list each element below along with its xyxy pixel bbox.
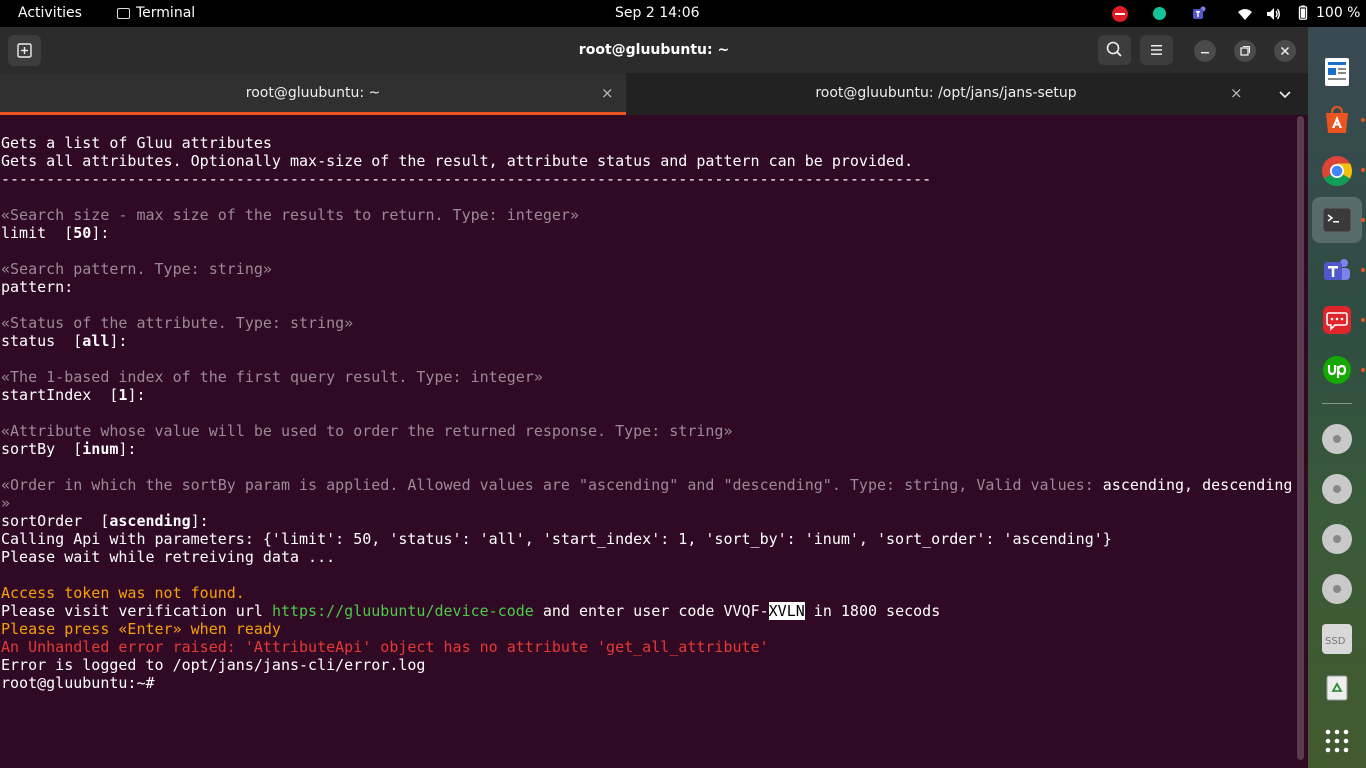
tab-close-icon[interactable]: ×: [601, 73, 614, 113]
do-not-disturb-icon[interactable]: [1112, 6, 1128, 22]
chevron-down-icon[interactable]: [1276, 85, 1294, 103]
terminal-line: Error is logged to /opt/jans/jans-cli/er…: [1, 656, 426, 674]
terminal-blank: [1, 566, 1297, 584]
running-indicator: [1361, 368, 1365, 372]
minimize-button[interactable]: [1194, 40, 1216, 62]
shell-prompt[interactable]: root@gluubuntu:~#: [1, 674, 1297, 692]
hamburger-menu-icon: [1151, 45, 1162, 55]
prompt-description: «Order in which the sortBy param is appl…: [1, 476, 1293, 494]
search-icon: [1106, 41, 1122, 57]
running-indicator: [1361, 218, 1365, 222]
prompt-limit: limit [50]:: [1, 224, 110, 242]
running-indicator: [1361, 268, 1365, 272]
prompt-pattern: pattern:: [1, 278, 74, 296]
running-indicator: [1361, 118, 1365, 122]
terminal-blank: [1, 350, 1297, 368]
error-line: An Unhandled error raised: 'AttributeApi…: [1, 638, 769, 656]
tab-bar: root@gluubuntu: ~ × root@gluubuntu: /opt…: [0, 73, 1308, 115]
tab-home[interactable]: root@gluubuntu: ~ ×: [0, 73, 626, 115]
terminal-line: Gets all attributes. Optionally max-size…: [1, 152, 914, 170]
verification-line: Please visit verification url https://gl…: [1, 602, 941, 620]
ssd-label: SSD: [1325, 636, 1346, 647]
warning-line: Access token was not found.: [1, 584, 245, 602]
app-menu-label: Terminal: [136, 5, 196, 21]
text-editor-icon[interactable]: [1322, 57, 1352, 87]
close-icon: [1280, 46, 1290, 56]
prompt-description: «Search pattern. Type: string»: [1, 260, 272, 278]
drive-icon[interactable]: [1322, 474, 1352, 504]
scrollbar[interactable]: [1297, 116, 1304, 760]
tab-label: root@gluubuntu: ~: [245, 85, 381, 101]
drive-icon[interactable]: [1322, 524, 1352, 554]
tab-label: root@gluubuntu: /opt/jans/jans-setup: [815, 85, 1077, 101]
drive-icon[interactable]: [1322, 574, 1352, 604]
prompt-description: «Attribute whose value will be used to o…: [1, 422, 733, 440]
terminal-blank: [1, 296, 1297, 314]
prompt-description: «Search size - max size of the results t…: [1, 206, 579, 224]
app-menu-terminal[interactable]: Terminal: [117, 0, 195, 27]
minimize-icon: [1201, 52, 1209, 54]
show-apps-icon[interactable]: [1324, 728, 1350, 754]
battery-icon[interactable]: [1295, 5, 1311, 21]
volume-icon[interactable]: [1265, 6, 1281, 22]
terminal-icon[interactable]: [1322, 205, 1352, 235]
top-bar: Activities Terminal Sep 2 14:06 100 %: [0, 0, 1366, 27]
grammarly-icon[interactable]: [1153, 7, 1166, 20]
terminal-line: Gets a list of Gluu attributes: [1, 134, 272, 152]
teams-icon[interactable]: [1322, 255, 1352, 285]
close-window-button[interactable]: [1274, 40, 1296, 62]
selected-text: XVLN: [768, 602, 805, 620]
terminal-blank: [1, 242, 1297, 260]
header-bar: root@gluubuntu: ~: [0, 27, 1308, 73]
clock[interactable]: Sep 2 14:06: [615, 0, 700, 27]
prompt-description: »: [1, 494, 11, 512]
upwork-icon[interactable]: [1322, 355, 1352, 385]
terminal-line: ----------------------------------------…: [1, 170, 932, 188]
prompt-description: «Status of the attribute. Type: string»: [1, 314, 354, 332]
prompt-sort-order: sortOrder [ascending]:: [1, 512, 209, 530]
app-store-icon[interactable]: [1322, 105, 1352, 135]
tab-close-icon[interactable]: ×: [1230, 73, 1243, 113]
prompt-description: «The 1-based index of the first query re…: [1, 368, 543, 386]
dock-separator: [1322, 403, 1352, 404]
dock: SSD: [1308, 27, 1366, 768]
ssd-icon[interactable]: SSD: [1322, 624, 1352, 654]
teams-tray-icon[interactable]: [1192, 5, 1208, 21]
running-indicator: [1361, 318, 1365, 322]
chrome-icon[interactable]: [1321, 155, 1353, 187]
terminal-blank: [1, 458, 1297, 476]
terminal-line: Please wait while retreiving data ...: [1, 548, 336, 566]
terminal-line: Calling Api with parameters: {'limit': 5…: [1, 530, 1112, 548]
warning-line: Please press «Enter» when ready: [1, 620, 281, 638]
terminal-blank: [1, 404, 1297, 422]
running-indicator: [1361, 168, 1365, 172]
maximize-button[interactable]: [1234, 40, 1256, 62]
verification-link[interactable]: https://gluubuntu/device-code: [272, 602, 534, 620]
menu-button[interactable]: [1140, 35, 1173, 65]
battery-percent[interactable]: 100 %: [1316, 0, 1360, 27]
chat-icon[interactable]: [1322, 305, 1352, 335]
search-button[interactable]: [1098, 35, 1131, 65]
prompt-sort-by: sortBy [inum]:: [1, 440, 137, 458]
tab-jans-setup[interactable]: root@gluubuntu: /opt/jans/jans-setup ×: [626, 73, 1266, 115]
terminal-blank: [1, 188, 1297, 206]
trash-icon[interactable]: [1322, 672, 1352, 702]
restore-icon: [1240, 45, 1251, 56]
prompt-status: status [all]:: [1, 332, 128, 350]
drive-icon[interactable]: [1322, 424, 1352, 454]
terminal-text[interactable]: Gets a list of Gluu attributes Gets all …: [1, 134, 1297, 692]
prompt-start-index: startIndex [1]:: [1, 386, 146, 404]
wifi-icon[interactable]: [1237, 6, 1253, 22]
activities-button[interactable]: Activities: [18, 0, 82, 27]
terminal-app-icon: [117, 8, 130, 19]
